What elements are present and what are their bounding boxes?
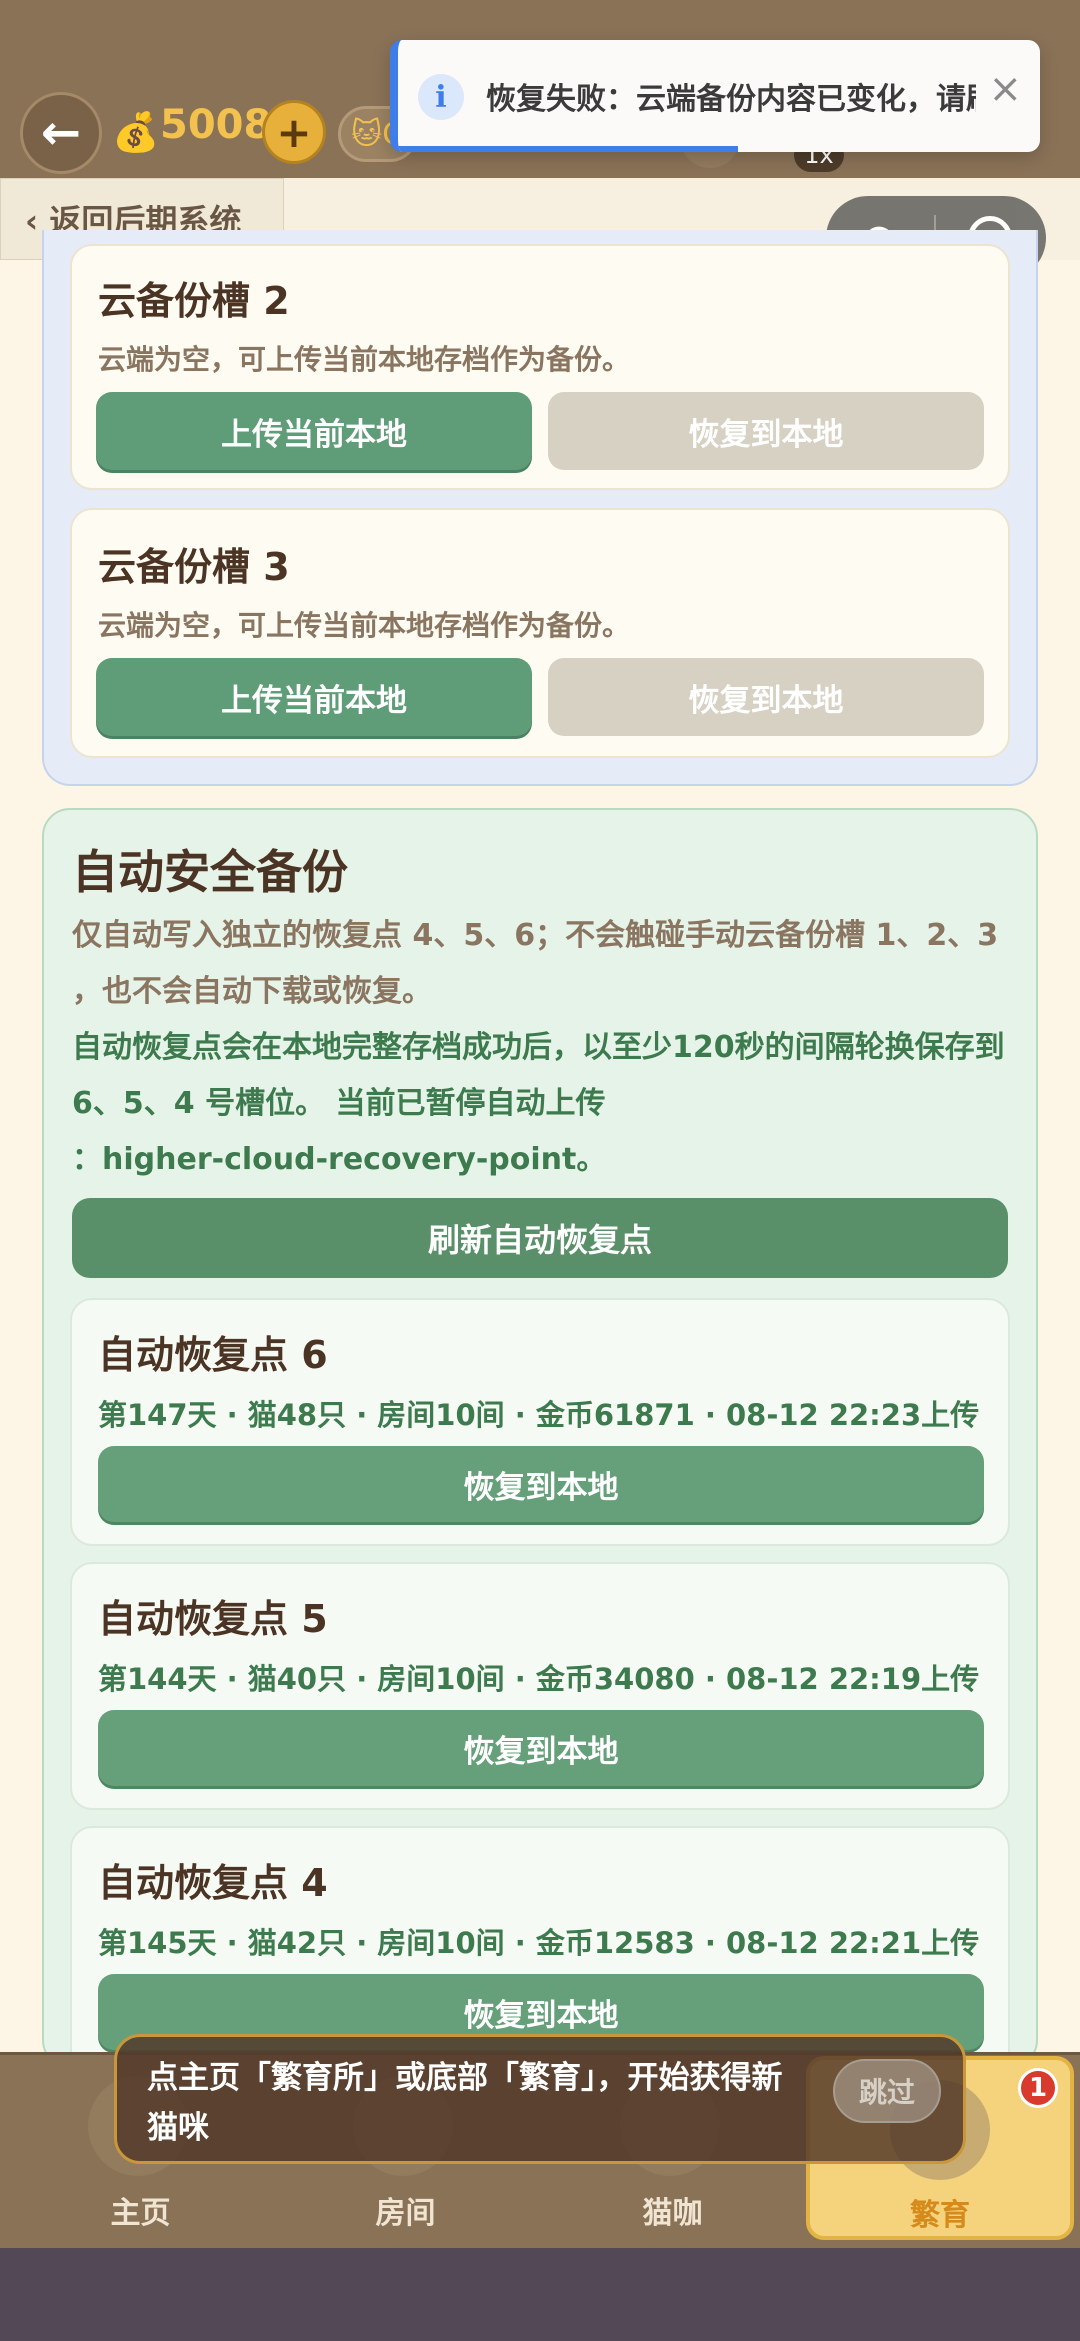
note-line: ，也不会自动下载或恢复。 — [72, 974, 432, 1009]
nav-label: 主页 — [110, 2196, 171, 2231]
cloud-slot-card: 云备份槽 3 云端为空，可上传当前本地存档作为备份。 上传当前本地 恢复到本地 — [70, 508, 1010, 758]
recovery-point-card: 自动恢复点 5 第144天 · 猫40只 · 房间10间 · 金币34080 ·… — [70, 1562, 1010, 1810]
slot-description: 云端为空，可上传当前本地存档作为备份。 — [98, 609, 631, 642]
recovery-point-title: 自动恢复点 6 — [98, 1333, 328, 1377]
upload-local-button[interactable]: 上传当前本地 — [96, 392, 532, 470]
toast-progress-bar — [398, 146, 739, 152]
tip-line: 点主页「繁育所」或底部「繁育」，开始获得新 — [147, 2060, 783, 2096]
refresh-recovery-points-button[interactable]: 刷新自动恢复点 — [72, 1198, 1008, 1278]
auto-backup-note: 仅自动写入独立的恢复点 4、5、6；不会触碰手动云备份槽 1、2、3 ，也不会自… — [72, 908, 1012, 1020]
recovery-point-card: 自动恢复点 6 第147天 · 猫48只 · 房间10间 · 金币61871 ·… — [70, 1298, 1010, 1546]
nav-label: 房间 — [375, 2196, 436, 2231]
toast-message: 恢复失败：云端备份内容已变化，请刷新后重试 — [486, 82, 976, 117]
add-coins-button[interactable]: + — [262, 100, 326, 164]
upload-local-button[interactable]: 上传当前本地 — [96, 658, 532, 736]
coin-bag-icon: 💰 — [112, 110, 160, 154]
tip-line: 猫咪 — [147, 2110, 209, 2146]
restore-to-local-button[interactable]: 恢复到本地 — [98, 1446, 984, 1522]
info-icon: i — [418, 74, 464, 120]
back-arrow-icon[interactable]: ← — [20, 92, 102, 174]
recovery-point-meta: 第144天 · 猫40只 · 房间10间 · 金币34080 · 08-12 2… — [98, 1662, 980, 1696]
error-toast: i 恢复失败：云端备份内容已变化，请刷新后重试 × — [390, 40, 1040, 152]
recovery-point-title: 自动恢复点 4 — [98, 1861, 328, 1905]
nav-label: 繁育 — [910, 2198, 970, 2233]
coin-balance: 5008 — [160, 102, 272, 148]
close-icon[interactable]: × — [988, 66, 1022, 112]
auto-backup-title: 自动安全备份 — [72, 845, 348, 899]
recovery-point-meta: 第147天 · 猫48只 · 房间10间 · 金币61871 · 08-12 2… — [98, 1398, 980, 1432]
slot-description: 云端为空，可上传当前本地存档作为备份。 — [98, 343, 631, 376]
skip-button[interactable]: 跳过 — [833, 2059, 941, 2123]
home-indicator-area — [0, 2248, 1080, 2341]
slot-title: 云备份槽 3 — [98, 545, 290, 589]
cloud-slot-card: 云备份槽 2 云端为空，可上传当前本地存档作为备份。 上传当前本地 恢复到本地 — [70, 244, 1010, 490]
auto-backup-status: 自动恢复点会在本地完整存档成功后，以至少120秒的间隔轮换保存到 6、5、4 号… — [72, 1020, 1012, 1188]
status-line: 6、5、4 号槽位。 当前已暂停自动上传 — [72, 1086, 606, 1121]
note-line: 仅自动写入独立的恢复点 4、5、6；不会触碰手动云备份槽 1、2、3 — [72, 918, 999, 953]
recovery-point-meta: 第145天 · 猫42只 · 房间10间 · 金币12583 · 08-12 2… — [98, 1926, 980, 1960]
slot-title: 云备份槽 2 — [98, 279, 290, 323]
restore-to-local-button[interactable]: 恢复到本地 — [548, 658, 984, 736]
notification-badge: 1 — [1018, 2068, 1058, 2108]
tutorial-tip: 点主页「繁育所」或底部「繁育」，开始获得新 猫咪 跳过 — [114, 2034, 966, 2164]
restore-to-local-button[interactable]: 恢复到本地 — [98, 1710, 984, 1786]
status-line: 自动恢复点会在本地完整存档成功后，以至少120秒的间隔轮换保存到 — [72, 1030, 1005, 1065]
recovery-point-title: 自动恢复点 5 — [98, 1597, 328, 1641]
restore-to-local-button[interactable]: 恢复到本地 — [548, 392, 984, 470]
nav-label: 猫咖 — [642, 2196, 703, 2231]
tip-text: 点主页「繁育所」或底部「繁育」，开始获得新 猫咪 — [147, 2053, 827, 2153]
status-line: ：higher-cloud-recovery-point。 — [72, 1142, 607, 1177]
